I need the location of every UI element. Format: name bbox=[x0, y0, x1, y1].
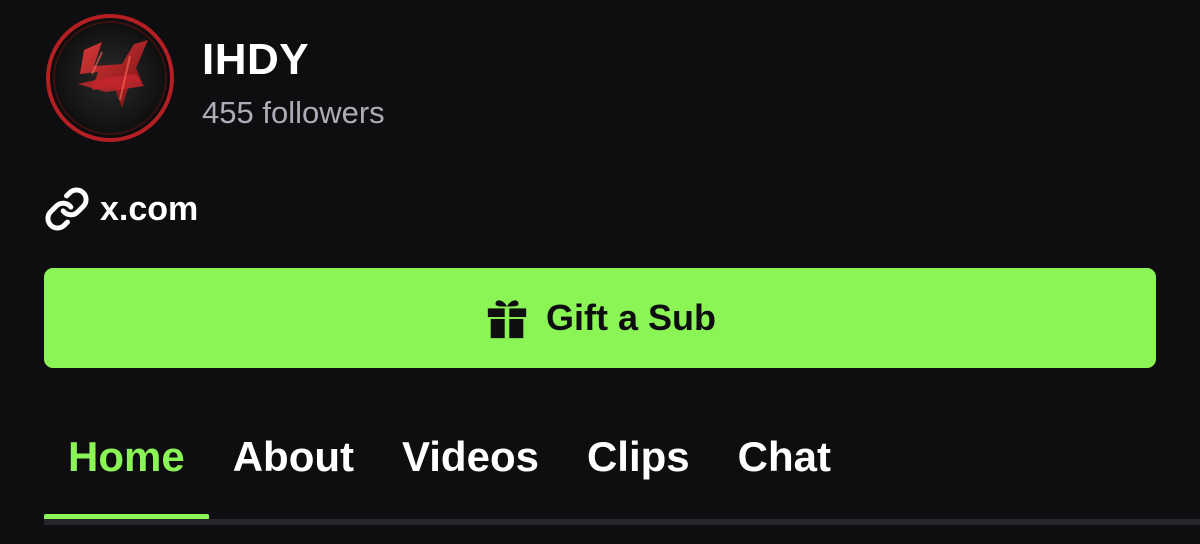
channel-avatar-logo bbox=[46, 14, 174, 142]
channel-tabs: Home About Videos Clips Chat bbox=[44, 426, 855, 520]
tab-about-label: About bbox=[232, 433, 354, 480]
link-icon bbox=[44, 186, 90, 232]
tab-chat-label: Chat bbox=[737, 433, 831, 480]
social-link-text[interactable]: x.com bbox=[100, 190, 198, 229]
channel-avatar[interactable] bbox=[44, 12, 176, 144]
tab-home-label: Home bbox=[68, 433, 185, 480]
tab-clips[interactable]: Clips bbox=[563, 426, 714, 520]
tab-home[interactable]: Home bbox=[44, 426, 209, 520]
social-link[interactable]: x.com bbox=[44, 186, 198, 232]
tabs-divider bbox=[44, 519, 1200, 525]
tab-chat[interactable]: Chat bbox=[714, 426, 855, 520]
channel-header: IHDY 455 followers x.com Gift a Sub Home bbox=[0, 0, 1200, 544]
tab-videos-label: Videos bbox=[402, 433, 539, 480]
tab-about[interactable]: About bbox=[209, 426, 378, 520]
gift-icon bbox=[484, 295, 530, 341]
gift-sub-label: Gift a Sub bbox=[546, 297, 716, 338]
follower-count: 455 followers bbox=[202, 95, 385, 130]
channel-name: IHDY bbox=[202, 35, 310, 84]
gift-sub-button[interactable]: Gift a Sub bbox=[44, 268, 1156, 368]
tab-clips-label: Clips bbox=[586, 433, 690, 480]
tab-videos[interactable]: Videos bbox=[378, 426, 563, 520]
